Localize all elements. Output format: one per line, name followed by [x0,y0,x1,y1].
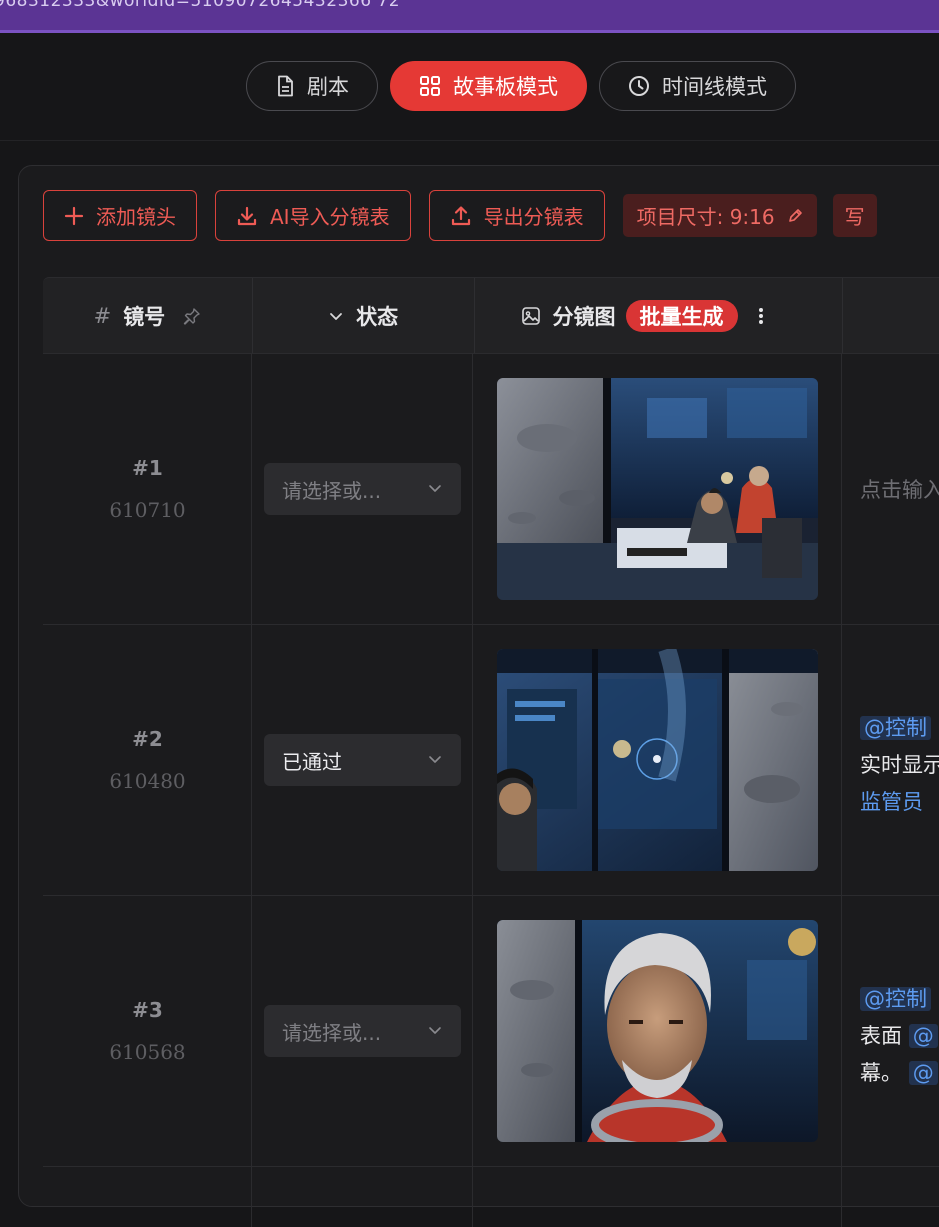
export-label: 导出分镜表 [483,205,584,229]
header-shot-label: 镜号 [123,304,166,329]
header-description [843,278,939,353]
header-storyboard-label: 分镜图 [552,304,616,329]
mode-switcher: 剧本 故事板模式 时间线模式 [246,61,796,111]
next-tag-label: 写 [844,205,865,229]
table-row [43,1167,939,1227]
tab-storyboard-label: 故事板模式 [453,75,558,99]
description-line: 表面 [860,1024,902,1048]
chevron-down-icon [427,477,443,501]
header-shot-number[interactable]: # 镜号 [43,278,253,353]
tab-timeline-mode[interactable]: 时间线模式 [599,61,796,111]
table-row: #1 610710 请选择或... 点击输入 [43,354,939,625]
description-text: @控制 实时显示 监管员 [860,710,939,821]
status-cell: 请选择或... [252,354,473,624]
ai-import-label: AI导入分镜表 [270,205,390,229]
download-icon [236,205,258,227]
storyboard-image[interactable] [497,378,818,600]
image-icon [521,306,541,326]
description-cell[interactable]: 点击输入 [842,354,939,624]
chevron-down-icon [427,1019,443,1043]
url-text: 968312333&worldId=5109072645432366 72 [0,0,401,11]
pencil-icon[interactable] [787,208,803,224]
shot-number: #2 [132,727,163,751]
shot-id: 610480 [109,769,186,793]
batch-generate-button[interactable]: 批量生成 [625,299,738,332]
table-row: #3 610568 请选择或... @控制 表面 @ 幕。 @ [43,896,939,1167]
project-size-label: 项目尺寸: 9:16 [636,205,775,229]
shot-number-cell: #2 610480 [43,625,252,895]
storyboard-image-cell [473,625,842,895]
status-cell: 请选择或... [252,896,473,1166]
clock-icon [628,75,650,97]
top-bar: 剧本 故事板模式 时间线模式 [0,33,939,141]
grid-icon [419,75,441,97]
status-select[interactable]: 请选择或... [264,463,461,515]
tab-script-label: 剧本 [307,75,349,99]
status-cell [252,1167,473,1227]
shot-number-cell: #1 610710 [43,354,252,624]
storyboard-image-cell [473,896,842,1166]
description-line: 实时显示 [860,753,939,777]
status-value: 请选择或... [282,478,382,503]
chevron-down-icon [427,748,443,772]
upload-icon [450,205,472,227]
ai-import-button[interactable]: AI导入分镜表 [215,190,411,241]
storyboard-image[interactable] [497,920,818,1142]
project-size-tag[interactable]: 项目尺寸: 9:16 [622,194,817,237]
mention-tag[interactable]: @ [908,1024,938,1048]
shot-id: 610568 [109,1040,186,1064]
storyboard-image-cell [473,354,842,624]
mention-tag[interactable]: 监管员 [860,790,923,814]
tab-storyboard-mode[interactable]: 故事板模式 [390,61,587,111]
description-cell [842,1167,939,1227]
tab-timeline-label: 时间线模式 [662,75,767,99]
description-placeholder: 点击输入 [860,478,939,502]
table-header: # 镜号 状态 分镜图 批量生成 [43,277,939,354]
status-value: 请选择或... [282,1020,382,1045]
next-tag[interactable]: 写 [832,194,877,237]
mention-tag[interactable]: @ [908,1061,938,1085]
status-select[interactable]: 请选择或... [264,1005,461,1057]
shot-number: #1 [132,456,163,480]
more-vertical-icon[interactable] [758,306,764,326]
storyboard-image-cell [473,1167,842,1227]
description-line: 幕。 [860,1061,902,1085]
pin-icon[interactable] [183,307,201,325]
plus-icon [64,206,84,226]
mention-tag[interactable]: @控制 [860,987,931,1011]
shot-number: #3 [132,998,163,1022]
storyboard-image[interactable] [497,649,818,871]
description-cell[interactable]: @控制 表面 @ 幕。 @ [842,896,939,1166]
description-text: @控制 表面 @ 幕。 @ [860,981,938,1092]
status-cell: 已通过 [252,625,473,895]
shot-number-cell [43,1167,252,1227]
storyboard-table: # 镜号 状态 分镜图 批量生成 #1 610710 请选择或... 点击输入 … [43,277,939,1227]
document-icon [275,75,295,97]
header-status-label: 状态 [356,304,399,329]
status-value: 已通过 [282,749,342,774]
chevron-down-icon [328,308,344,324]
add-shot-label: 添加镜头 [96,205,176,229]
tab-script[interactable]: 剧本 [246,61,378,111]
export-button[interactable]: 导出分镜表 [428,190,605,241]
description-cell[interactable]: @控制 实时显示 监管员 [842,625,939,895]
storyboard-toolbar: 添加镜头 AI导入分镜表 导出分镜表 项目尺寸: 9:16 写 [43,190,877,241]
table-row: #2 610480 已通过 @控制 实时显示 监管员 [43,625,939,896]
shot-id: 610710 [109,498,186,522]
mention-tag[interactable]: @控制 [860,716,931,740]
status-select[interactable]: 已通过 [264,734,461,786]
browser-url-bar[interactable]: 968312333&worldId=5109072645432366 72 [0,0,939,33]
storyboard-panel: 添加镜头 AI导入分镜表 导出分镜表 项目尺寸: 9:16 写 # 镜号 状态 … [18,165,939,1227]
hash-icon: # [93,303,112,328]
header-status[interactable]: 状态 [253,278,475,353]
shot-number-cell: #3 610568 [43,896,252,1166]
add-shot-button[interactable]: 添加镜头 [43,190,197,241]
header-storyboard: 分镜图 批量生成 [475,278,844,353]
